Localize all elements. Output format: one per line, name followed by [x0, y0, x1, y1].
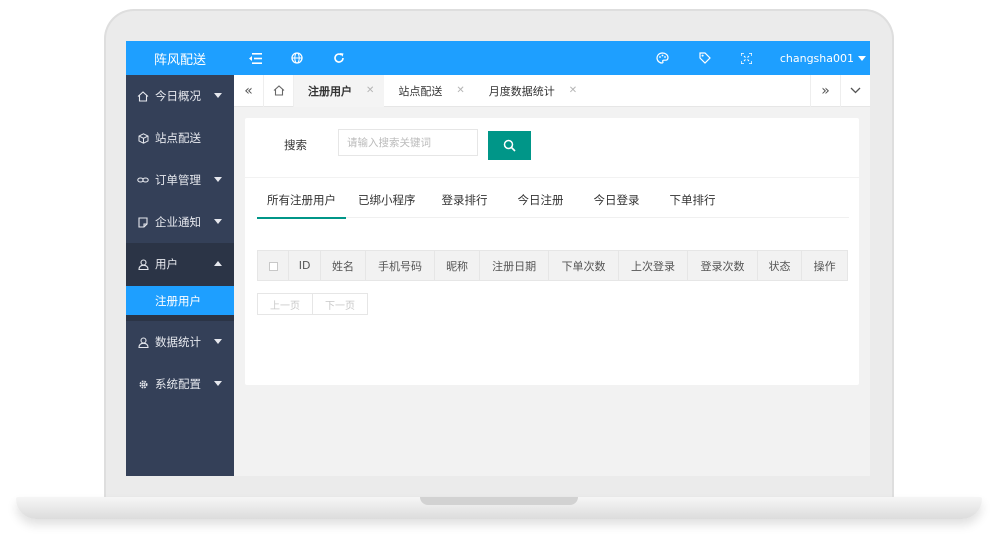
column-header-name: 姓名	[320, 250, 366, 281]
tabs-menu-chevron-down-icon[interactable]	[840, 74, 870, 107]
user-icon	[136, 257, 150, 271]
fullscreen-icon[interactable]	[726, 41, 768, 75]
column-header-actions: 操作	[801, 250, 848, 281]
column-header-id: ID	[288, 250, 322, 281]
subtab-login-ranking[interactable]: 登录排行	[432, 188, 498, 218]
cube-icon	[136, 131, 150, 145]
top-header: 阵风配送 changsha001	[126, 41, 870, 75]
theme-palette-icon[interactable]	[642, 41, 684, 75]
sidebar-item-label: 订单管理	[155, 173, 201, 187]
user-filter-tabs: 所有注册用户 已绑小程序 登录排行 今日注册 今日登录 下单排行	[257, 188, 849, 219]
search-icon	[503, 139, 516, 152]
subtab-order-ranking[interactable]: 下单排行	[660, 188, 726, 218]
close-icon[interactable]: ✕	[366, 85, 374, 96]
tabs-right-tools: »	[810, 74, 870, 107]
sidebar-item-label: 企业通知	[155, 215, 201, 229]
column-header-order-count: 下单次数	[548, 250, 619, 281]
header-left-tools	[234, 41, 360, 75]
column-header-status: 状态	[756, 250, 803, 281]
sidebar-item-notices[interactable]: 企业通知	[126, 201, 234, 243]
column-header-phone: 手机号码	[364, 250, 436, 281]
subtab-all-users[interactable]: 所有注册用户	[257, 188, 346, 219]
tab-label: 注册用户	[308, 84, 352, 98]
content-panel: 搜索 所有注册用户 已绑小程序 登录排行 今日注册 今日登录 下单排行 ID 姓…	[245, 118, 859, 385]
sidebar-item-statistics[interactable]: 数据统计	[126, 321, 234, 363]
sidebar-submenu-users: 注册用户	[126, 285, 234, 321]
tab-monthly-stats[interactable]: 月度数据统计 ✕	[475, 75, 587, 107]
chevron-down-icon	[214, 177, 222, 182]
tab-station-delivery[interactable]: 站点配送 ✕	[384, 75, 474, 107]
globe-icon[interactable]	[276, 41, 318, 75]
user-menu-caret-icon[interactable]	[858, 55, 866, 61]
tag-icon[interactable]	[684, 41, 726, 75]
prev-page-button[interactable]: 上一页	[257, 293, 313, 315]
user-icon	[136, 335, 150, 349]
search-label: 搜索	[284, 138, 307, 152]
search-input[interactable]	[338, 129, 478, 156]
sidebar-item-orders[interactable]: 订单管理	[126, 159, 234, 201]
app-logo: 阵风配送	[126, 41, 234, 75]
sidebar: 今日概况 站点配送 订单管理 企业通知 用户 注册用户 数据统计 系统配置	[126, 75, 234, 476]
column-header-login-count: 登录次数	[687, 250, 758, 281]
menu-toggle-icon[interactable]	[234, 41, 276, 75]
header-right-tools: changsha001	[642, 41, 870, 75]
sidebar-item-overview[interactable]: 今日概况	[126, 75, 234, 117]
search-button[interactable]	[488, 131, 531, 160]
link-icon	[136, 173, 150, 187]
close-icon[interactable]: ✕	[456, 85, 464, 96]
laptop-notch	[420, 497, 578, 505]
sidebar-item-station-delivery[interactable]: 站点配送	[126, 117, 234, 159]
user-menu-name[interactable]: changsha001	[768, 52, 858, 65]
subtab-today-registered[interactable]: 今日注册	[508, 188, 574, 218]
chevron-down-icon	[214, 381, 222, 386]
sidebar-item-label: 站点配送	[155, 131, 201, 145]
table-header-row: ID 姓名 手机号码 昵称 注册日期 下单次数 上次登录 登录次数 状态 操作	[256, 250, 848, 281]
app-screen: 阵风配送 changsha001 今日概况 站点配送 订单管理 企业通知 用户 …	[126, 41, 870, 476]
tab-label: 站点配送	[398, 84, 443, 98]
sidebar-item-settings[interactable]: 系统配置	[126, 363, 234, 405]
sidebar-item-label: 系统配置	[155, 377, 201, 391]
sidebar-subitem-label: 注册用户	[155, 293, 201, 308]
sidebar-item-label: 用户	[155, 257, 178, 271]
home-icon	[136, 89, 150, 103]
tabs-scroll-right-icon[interactable]: »	[810, 74, 840, 107]
page-tabs-bar: « 注册用户 ✕ 站点配送 ✕ 月度数据统计 ✕ »	[234, 74, 870, 107]
next-page-button[interactable]: 下一页	[313, 293, 368, 315]
sidebar-item-label: 数据统计	[155, 335, 201, 349]
tab-label: 月度数据统计	[488, 84, 555, 98]
divider	[245, 177, 859, 178]
checkbox-icon[interactable]	[268, 261, 278, 271]
select-all-checkbox[interactable]	[256, 250, 290, 281]
chevron-down-icon	[214, 219, 222, 224]
column-header-register-date: 注册日期	[478, 250, 550, 281]
subtab-bound-miniprogram[interactable]: 已绑小程序	[348, 188, 426, 218]
subtab-today-login[interactable]: 今日登录	[584, 188, 650, 218]
close-icon[interactable]: ✕	[569, 85, 577, 96]
pagination: 上一页 下一页	[257, 293, 368, 315]
tab-registered-users[interactable]: 注册用户 ✕	[294, 74, 385, 107]
sidebar-item-users[interactable]: 用户	[126, 243, 234, 285]
chevron-up-icon	[214, 261, 222, 266]
tabs-scroll-left-icon[interactable]: «	[234, 74, 264, 107]
tab-home-icon[interactable]	[264, 74, 294, 107]
column-header-nickname: 昵称	[434, 250, 480, 281]
column-header-last-login: 上次登录	[617, 250, 689, 281]
refresh-icon[interactable]	[318, 41, 360, 75]
gear-icon	[136, 377, 150, 391]
chevron-down-icon	[214, 339, 222, 344]
sidebar-subitem-registered-users[interactable]: 注册用户	[126, 286, 234, 315]
sidebar-item-label: 今日概况	[155, 89, 201, 103]
note-icon	[136, 215, 150, 229]
chevron-down-icon	[214, 93, 222, 98]
users-table: ID 姓名 手机号码 昵称 注册日期 下单次数 上次登录 登录次数 状态 操作	[256, 250, 848, 281]
